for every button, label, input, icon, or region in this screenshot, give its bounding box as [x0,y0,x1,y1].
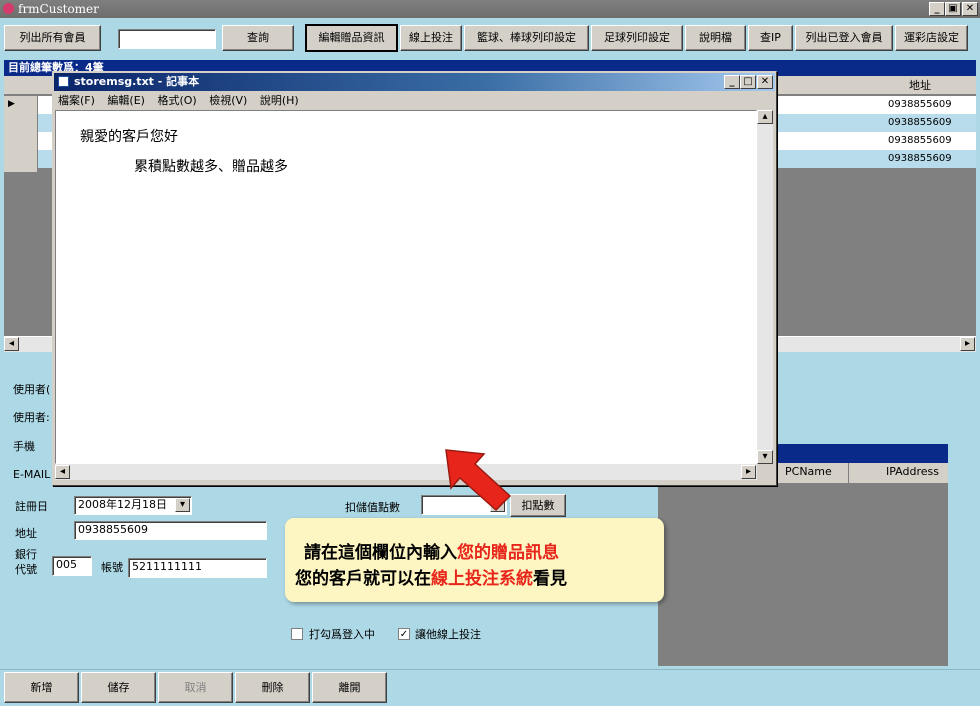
notepad-vertical-scrollbar[interactable] [757,110,773,464]
list-all-members-button[interactable]: 列出所有會員 [4,25,101,51]
col-ipaddress: IPAddress [886,465,939,478]
email-label: E-MAIL [13,468,51,481]
callout-text: 請在這個欄位內輸入 [304,543,457,563]
list-logged-in-members-button[interactable]: 列出已登入會員 [795,25,893,51]
col-divider [848,463,849,483]
basketball-baseball-print-settings-button[interactable]: 籃球、棒球列印設定 [464,25,589,51]
online-betting-button[interactable]: 線上投注 [400,25,462,51]
notepad-close-icon[interactable]: ✕ [757,75,773,89]
pointer-arrow-icon [445,449,512,512]
bank-label-line1: 銀行 [15,548,37,561]
notepad-horizontal-scrollbar[interactable] [55,464,757,480]
chevron-down-icon[interactable]: ▾ [175,498,190,512]
callout-text: 看見 [533,569,567,589]
window-titlebar: frmCustomer [0,0,980,18]
mobile-label: 手機 [13,440,35,453]
scroll-up-icon[interactable]: ▴ [757,110,773,124]
login-checkbox-label: 打勾爲登入中 [309,628,375,641]
help-file-button[interactable]: 說明檔 [685,25,746,51]
notepad-menubar: 檔案(F) 編輯(E) 格式(O) 檢視(V) 說明(H) [58,93,308,109]
address-cell[interactable]: 0938855609 [884,96,974,114]
menu-format[interactable]: 格式(O) [157,93,196,109]
delete-button[interactable]: 刪除 [235,672,310,703]
notepad-titlebar: storemsg.txt - 記事本 [54,73,775,91]
current-row-icon: ▶ [8,99,15,109]
address-cell[interactable]: 0938855609 [884,132,974,150]
notepad-icon [58,76,69,87]
login-checkbox[interactable] [291,628,303,640]
address-cell[interactable]: 0938855609 [884,150,974,168]
close-icon[interactable]: ✕ [962,2,978,16]
size-grip-icon[interactable] [757,464,773,480]
notepad-maximize-icon[interactable]: □ [740,75,756,89]
notepad-line-2[interactable]: 累積點數越多、贈品越多 [134,156,288,176]
add-button[interactable]: 新增 [4,672,79,703]
restore-icon[interactable]: ▣ [945,2,961,16]
check-ip-button[interactable]: 查IP [748,25,793,51]
callout-line-2: 您的客戶就可以在線上投注系統看見 [295,564,567,589]
save-button[interactable]: 儲存 [81,672,156,703]
bank-label-line2: 代號 [15,563,37,576]
notepad-title: storemsg.txt - 記事本 [74,75,200,88]
account-label: 帳號 [101,561,123,574]
scroll-down-icon[interactable]: ▾ [757,450,773,464]
cancel-button[interactable]: 取消 [158,672,233,703]
callout-highlight: 您的贈品訊息 [457,543,559,563]
register-date-label: 註冊日 [15,500,48,513]
scroll-right-icon[interactable]: ▸ [960,337,975,351]
edit-gift-info-button[interactable]: 編輯贈品資訊 [305,24,398,52]
notepad-minimize-icon[interactable]: _ [724,75,740,89]
bank-code-field[interactable]: 005 [52,556,92,576]
account-field[interactable]: 5211111111 [128,558,267,578]
callout-text: 您的客戶就可以在 [295,569,431,589]
window-title: frmCustomer [18,2,99,16]
app-icon [3,3,14,14]
deduct-points-button[interactable]: 扣點數 [510,494,566,517]
online-bet-checkbox-label: 讓他線上投注 [415,628,481,641]
deduct-points-label: 扣儲值點數 [345,501,400,514]
scroll-right-icon[interactable]: ▸ [741,465,756,479]
scroll-left-icon[interactable]: ◂ [55,465,70,479]
exit-button[interactable]: 離開 [312,672,387,703]
menu-edit[interactable]: 編輯(E) [107,93,145,109]
lottery-store-settings-button[interactable]: 運彩店設定 [895,25,968,51]
menu-file[interactable]: 檔案(F) [58,93,95,109]
address-label: 地址 [15,527,37,540]
user-label-1: 使用者( [13,383,51,396]
menu-view[interactable]: 檢視(V) [209,93,247,109]
query-button[interactable]: 查詢 [222,25,294,51]
scroll-left-icon[interactable]: ◂ [4,337,19,351]
address-cell[interactable]: 0938855609 [884,114,974,132]
user-label-2: 使用者: [13,411,50,424]
grid-col-address: 地址 [909,79,931,92]
callout-line-1: 請在這個欄位內輸入您的贈品訊息 [304,538,559,563]
menu-help[interactable]: 說明(H) [260,93,299,109]
col-pcname: PCName [785,465,832,478]
football-print-settings-button[interactable]: 足球列印設定 [591,25,683,51]
minimize-icon[interactable]: _ [929,2,945,16]
online-bet-checkbox[interactable]: ✓ [398,628,410,640]
address-field[interactable]: 0938855609 [74,521,267,540]
notepad-line-1[interactable]: 親愛的客戶您好 [80,126,178,146]
callout-highlight: 線上投注系統 [431,569,533,589]
search-input[interactable] [118,29,216,49]
